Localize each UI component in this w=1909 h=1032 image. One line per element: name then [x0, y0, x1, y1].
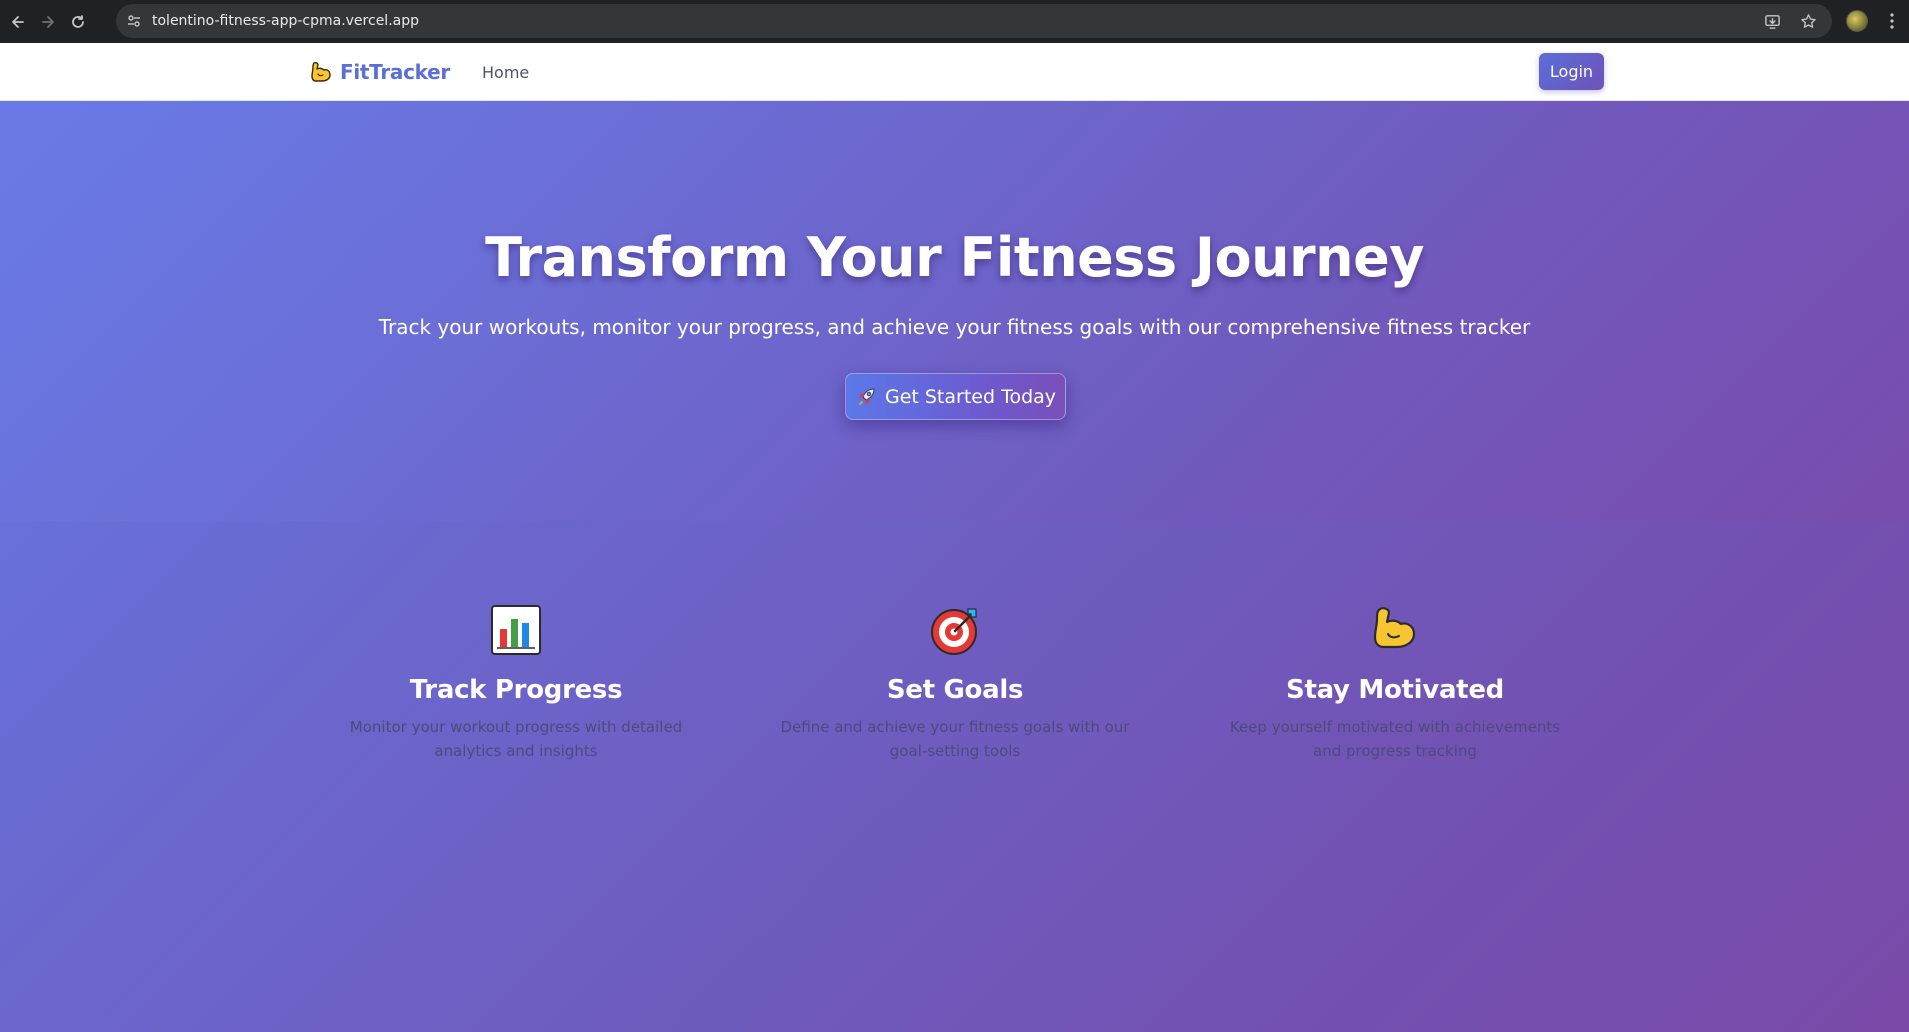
feature-title: Stay Motivated [1286, 675, 1504, 705]
get-started-label: Get Started Today [884, 385, 1057, 408]
brand-logo-link[interactable]: FitTracker [308, 59, 450, 85]
more-menu-icon[interactable] [1885, 11, 1899, 31]
rocket-icon [858, 387, 875, 405]
flexed-biceps-icon [1373, 607, 1416, 649]
profile-avatar[interactable] [1846, 10, 1868, 32]
site-settings-icon[interactable] [125, 12, 143, 30]
browser-toolbar: tolentino-fitness-app-cpma.vercel.app [0, 0, 1909, 43]
install-app-icon[interactable] [1762, 11, 1782, 31]
flexed-biceps-icon [311, 61, 331, 82]
feature-stay-motivated: Stay Motivated Keep yourself motivated w… [1215, 603, 1575, 763]
nav-link-home[interactable]: Home [482, 63, 529, 82]
reload-icon[interactable] [66, 10, 90, 34]
feature-description: Define and achieve your fitness goals wi… [780, 718, 1130, 760]
url-text[interactable]: tolentino-fitness-app-cpma.vercel.app [152, 13, 419, 29]
back-icon[interactable] [6, 10, 30, 34]
brand-name: FitTracker [340, 60, 450, 84]
address-bar[interactable]: tolentino-fitness-app-cpma.vercel.app [116, 4, 1832, 38]
get-started-button[interactable]: Get Started Today [845, 373, 1066, 420]
feature-description: Monitor your workout progress with detai… [349, 718, 683, 760]
login-button[interactable]: Login [1539, 53, 1604, 90]
bar-chart-icon [491, 605, 541, 655]
feature-track-progress: Track Progress Monitor your workout prog… [336, 603, 696, 763]
target-icon [931, 608, 977, 655]
hero-subtitle: Track your workouts, monitor your progre… [378, 315, 1531, 339]
feature-set-goals: Set Goals Define and achieve your fitnes… [775, 603, 1135, 763]
hero-title: Transform Your Fitness Journey [485, 226, 1424, 289]
feature-title: Set Goals [886, 675, 1024, 705]
feature-description: Keep yourself motivated with achievement… [1229, 718, 1561, 760]
landing-page: Transform Your Fitness Journey Track you… [0, 101, 1909, 1032]
forward-icon[interactable] [36, 10, 60, 34]
site-navbar: FitTracker Home Login [0, 43, 1909, 101]
hero-section: Transform Your Fitness Journey Track you… [0, 101, 1909, 521]
bookmark-star-icon[interactable] [1798, 11, 1818, 31]
feature-title: Track Progress [409, 675, 623, 705]
